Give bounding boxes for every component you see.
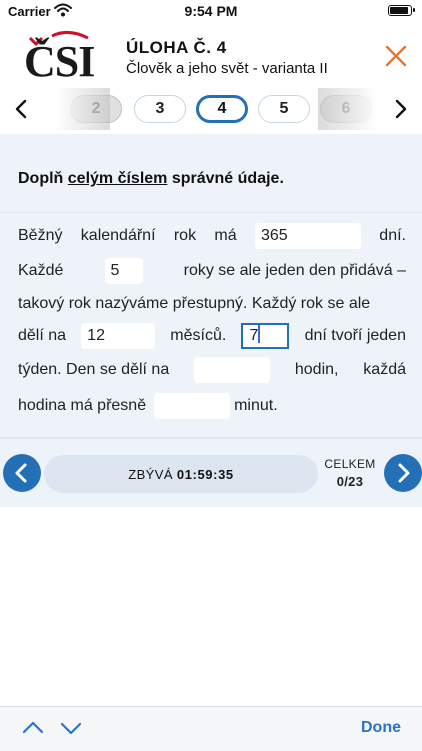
total-answered: CELKEM 0/23 — [322, 457, 378, 489]
tab-question-5[interactable]: 5 — [258, 95, 310, 123]
bottom-navigation: ZBÝVÁ 01:59:35 CELKEM 0/23 — [0, 437, 422, 507]
question-tab-strip: 23456 — [0, 88, 422, 130]
question-tabs: 23456 — [70, 92, 380, 126]
task-subtitle: Člověk a jeho svět - varianta II — [126, 60, 328, 77]
tab-question-3[interactable]: 3 — [134, 95, 186, 123]
instruction-text: Doplň celým číslem správné údaje. — [18, 170, 284, 187]
text-caret — [258, 325, 261, 343]
time-remaining: ZBÝVÁ 01:59:35 — [44, 455, 318, 493]
days-in-week-field[interactable]: 7 — [241, 323, 290, 349]
minutes-field[interactable] — [154, 393, 231, 419]
leap-interval-field[interactable]: 5 — [104, 258, 143, 284]
keyboard-accessory-bar: Done — [0, 706, 422, 751]
task-title: ÚLOHA Č. 4 — [126, 38, 227, 57]
previous-question-button[interactable] — [3, 454, 41, 492]
battery-icon — [388, 5, 415, 16]
tab-question-2[interactable]: 2 — [70, 95, 122, 123]
chevron-down-icon[interactable] — [60, 719, 82, 737]
done-button[interactable]: Done — [361, 719, 401, 737]
logo-text: ČSI — [24, 37, 94, 80]
instruction-emphasis: celým číslem — [67, 170, 168, 187]
chevron-up-icon[interactable] — [22, 719, 44, 737]
status-bar: Carrier 9:54 PM — [0, 0, 422, 22]
next-question-button[interactable] — [384, 454, 422, 492]
close-icon[interactable] — [384, 44, 408, 68]
tab-question-4[interactable]: 4 — [196, 95, 248, 123]
chevron-right-icon[interactable] — [386, 94, 414, 124]
csi-logo: ČSI — [24, 31, 95, 80]
chevron-left-icon[interactable] — [8, 94, 36, 124]
tab-question-6[interactable]: 6 — [320, 95, 372, 123]
hours-field[interactable] — [194, 357, 271, 383]
chevron-left-icon — [15, 463, 27, 483]
months-field[interactable]: 12 — [81, 323, 156, 349]
clock: 9:54 PM — [184, 3, 238, 19]
total-count: 0/23 — [336, 474, 364, 489]
chevron-right-icon — [398, 463, 410, 483]
remaining-time: 01:59:35 — [176, 466, 234, 482]
remaining-label: ZBÝVÁ — [128, 466, 173, 482]
days-in-year-field[interactable]: 365 — [254, 223, 361, 249]
total-label: CELKEM — [324, 457, 376, 471]
